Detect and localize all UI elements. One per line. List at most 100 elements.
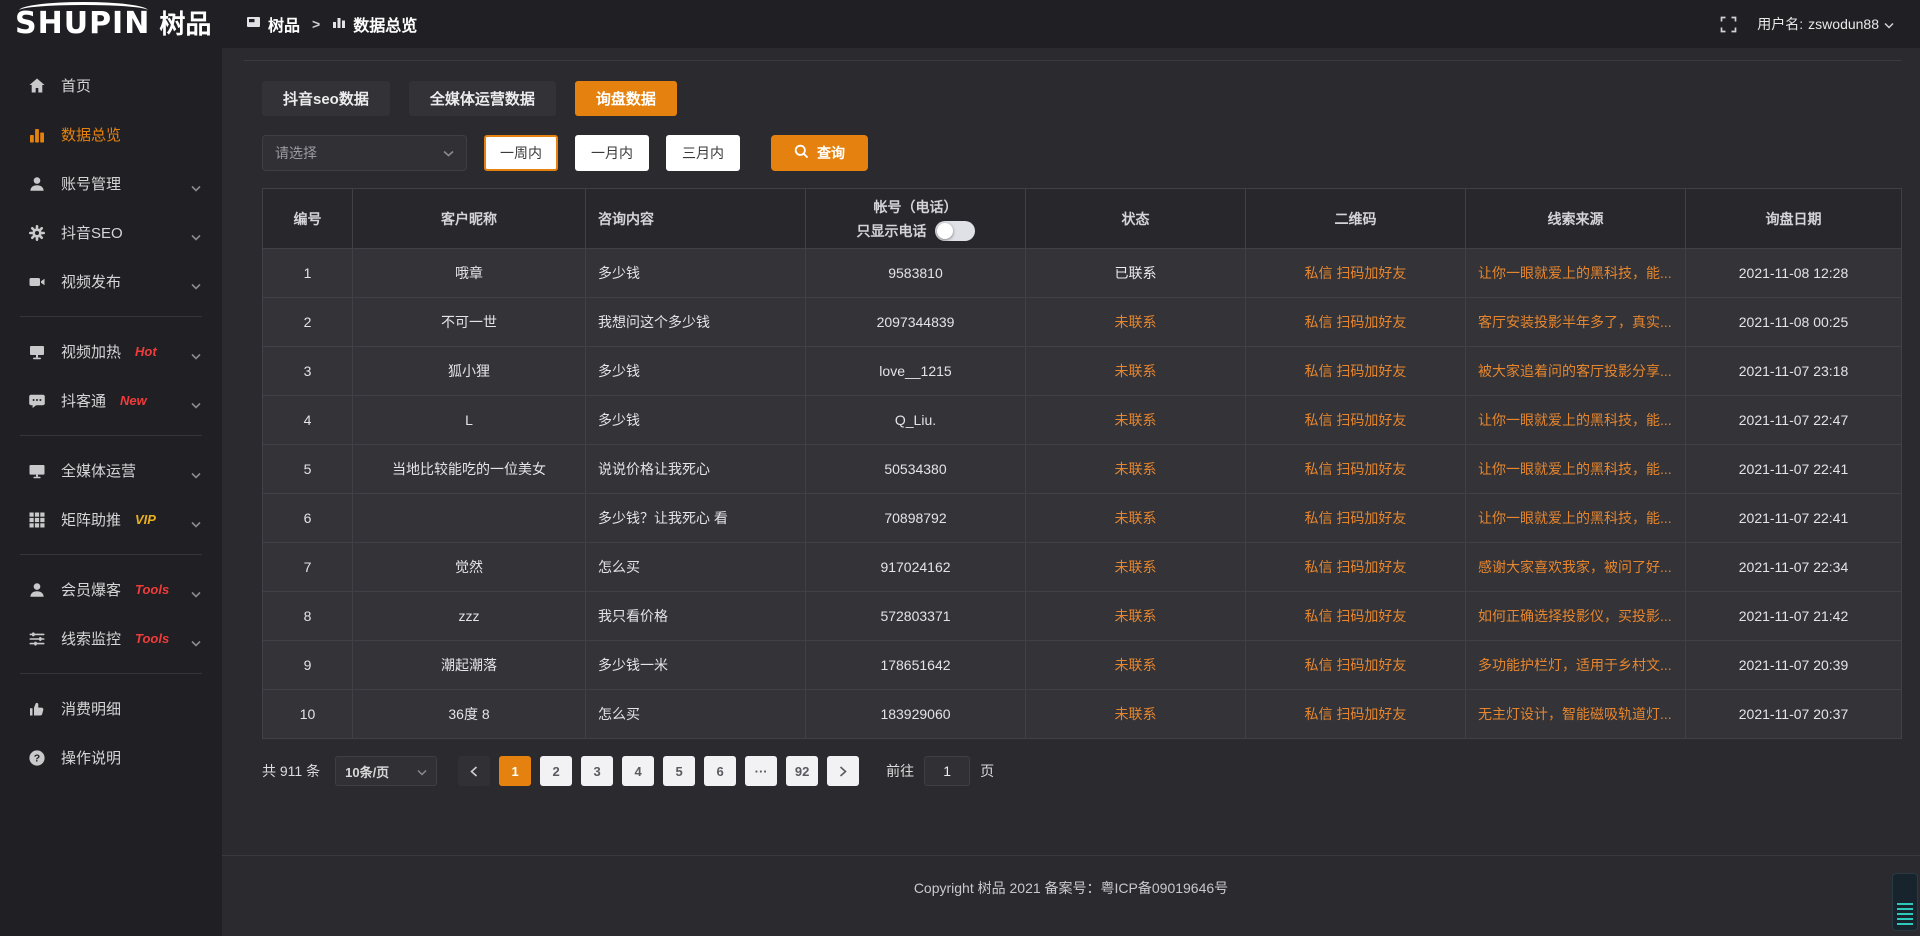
more-pages-button[interactable]: ··· — [745, 756, 777, 786]
member-icon — [27, 581, 47, 599]
fullscreen-icon[interactable] — [1720, 16, 1737, 33]
vip-badge: VIP — [135, 512, 156, 527]
page-button-4[interactable]: 4 — [622, 756, 654, 786]
sidebar-item-member-burst[interactable]: 会员爆客 Tools — [0, 565, 222, 614]
cell-no: 9 — [263, 641, 353, 690]
main-content: 抖音seo数据 全媒体运营数据 询盘数据 请选择 一周内 一月内 三月内 查询 … — [222, 48, 1920, 936]
gear-icon — [27, 224, 47, 242]
lead-source-link[interactable]: 被大家追着问的客厅投影分享... — [1466, 347, 1686, 396]
lead-source-link[interactable]: 让你一眼就爱上的黑科技，能... — [1466, 445, 1686, 494]
prev-page-button[interactable] — [458, 756, 490, 786]
cell-account: 178651642 — [806, 641, 1026, 690]
toggle-knob — [937, 223, 953, 239]
widget-stripes — [1897, 903, 1913, 925]
sidebar-item-lead-monitor[interactable]: 线索监控 Tools — [0, 614, 222, 663]
page-button-6[interactable]: 6 — [704, 756, 736, 786]
query-button[interactable]: 查询 — [771, 135, 868, 171]
corner-widget[interactable] — [1892, 873, 1918, 931]
sidebar-item-media-ops[interactable]: 全媒体运营 — [0, 446, 222, 495]
range-week-button[interactable]: 一周内 — [484, 135, 558, 171]
col-header-account: 帐号（电话） 只显示电话 — [806, 189, 1026, 249]
logo[interactable]: SHUPIN 树品 — [0, 0, 222, 48]
lead-source-link[interactable]: 客厅安装投影半年多了，真实... — [1466, 298, 1686, 347]
qr-add-friend-link[interactable]: 私信 扫码加好友 — [1246, 445, 1466, 494]
cell-account: Q_Liu. — [806, 396, 1026, 445]
col-header-qrcode: 二维码 — [1246, 189, 1466, 249]
cell-account: 2097344839 — [806, 298, 1026, 347]
phone-only-label: 只显示电话 — [857, 221, 927, 241]
lead-source-link[interactable]: 让你一眼就爱上的黑科技，能... — [1466, 396, 1686, 445]
page-button-92[interactable]: 92 — [786, 756, 818, 786]
app-window-icon — [246, 15, 261, 34]
cell-no: 8 — [263, 592, 353, 641]
page-button-3[interactable]: 3 — [581, 756, 613, 786]
qr-add-friend-link[interactable]: 私信 扫码加好友 — [1246, 543, 1466, 592]
sidebar-divider — [20, 316, 202, 317]
account-select[interactable]: 请选择 — [262, 135, 467, 171]
cell-date: 2021-11-07 22:41 — [1686, 494, 1902, 543]
qr-add-friend-link[interactable]: 私信 扫码加好友 — [1246, 396, 1466, 445]
lead-source-link[interactable]: 让你一眼就爱上的黑科技，能... — [1466, 249, 1686, 298]
cell-account: 572803371 — [806, 592, 1026, 641]
sidebar-item-home[interactable]: 首页 — [0, 61, 222, 110]
chevron-down-icon — [191, 277, 201, 295]
cell-date: 2021-11-08 00:25 — [1686, 298, 1902, 347]
top-right-actions: 用户名: zswodun88 — [1720, 14, 1894, 34]
sidebar-item-matrix-boost[interactable]: 矩阵助推 VIP — [0, 495, 222, 544]
sidebar-item-account-manage[interactable]: 账号管理 — [0, 159, 222, 208]
cell-status: 未联系 — [1026, 396, 1246, 445]
qr-add-friend-link[interactable]: 私信 扫码加好友 — [1246, 347, 1466, 396]
qr-add-friend-link[interactable]: 私信 扫码加好友 — [1246, 494, 1466, 543]
lead-source-link[interactable]: 感谢大家喜欢我家，被问了好... — [1466, 543, 1686, 592]
qr-add-friend-link[interactable]: 私信 扫码加好友 — [1246, 298, 1466, 347]
range-month-button[interactable]: 一月内 — [575, 135, 649, 171]
sidebar-item-data-overview[interactable]: 数据总览 — [0, 110, 222, 159]
breadcrumb-root[interactable]: 树品 — [246, 12, 300, 36]
cell-nickname: zzz — [353, 592, 586, 641]
next-page-button[interactable] — [827, 756, 859, 786]
username-value: zswodun88 — [1808, 16, 1879, 32]
lead-source-link[interactable]: 让你一眼就爱上的黑科技，能... — [1466, 494, 1686, 543]
footer: Copyright 树品 2021 备案号：粤ICP备09019646号 — [222, 855, 1920, 936]
page-button-5[interactable]: 5 — [663, 756, 695, 786]
chevron-down-icon — [191, 585, 201, 603]
sidebar-item-video-publish[interactable]: 视频发布 — [0, 257, 222, 306]
comment-icon — [27, 392, 47, 410]
sliders-icon — [27, 630, 47, 648]
tab-douyin-seo-data[interactable]: 抖音seo数据 — [262, 81, 390, 116]
cell-no: 5 — [263, 445, 353, 494]
qr-add-friend-link[interactable]: 私信 扫码加好友 — [1246, 592, 1466, 641]
cell-status: 未联系 — [1026, 298, 1246, 347]
qr-add-friend-link[interactable]: 私信 扫码加好友 — [1246, 249, 1466, 298]
sidebar-item-video-heat[interactable]: 视频加热 Hot — [0, 327, 222, 376]
sidebar-item-douyin-seo[interactable]: 抖音SEO — [0, 208, 222, 257]
user-menu[interactable]: 用户名: zswodun88 — [1757, 14, 1894, 34]
lead-source-link[interactable]: 如何正确选择投影仪，买投影... — [1466, 592, 1686, 641]
page-button-2[interactable]: 2 — [540, 756, 572, 786]
tab-inquiry-data[interactable]: 询盘数据 — [575, 81, 677, 116]
sidebar-item-help[interactable]: ? 操作说明 — [0, 733, 222, 782]
cell-content: 多少钱？让我死心 看 — [586, 494, 806, 543]
tab-media-ops-data[interactable]: 全媒体运营数据 — [409, 81, 556, 116]
phone-only-toggle[interactable] — [935, 221, 975, 241]
sidebar-item-expense-detail[interactable]: 消费明细 — [0, 684, 222, 733]
qr-add-friend-link[interactable]: 私信 扫码加好友 — [1246, 641, 1466, 690]
cell-account: 70898792 — [806, 494, 1026, 543]
header-divider — [244, 60, 1902, 61]
cell-date: 2021-11-08 12:28 — [1686, 249, 1902, 298]
goto-page-input[interactable] — [924, 756, 970, 786]
cell-date: 2021-11-07 22:41 — [1686, 445, 1902, 494]
cell-account: love__1215 — [806, 347, 1026, 396]
lead-source-link[interactable]: 无主灯设计，智能磁吸轨道灯... — [1466, 690, 1686, 739]
page-button-1[interactable]: 1 — [499, 756, 531, 786]
qr-add-friend-link[interactable]: 私信 扫码加好友 — [1246, 690, 1466, 739]
filter-bar: 请选择 一周内 一月内 三月内 查询 — [262, 135, 1902, 171]
home-icon — [27, 77, 47, 95]
cell-nickname: 36度 8 — [353, 690, 586, 739]
sidebar-item-doukedong[interactable]: 抖客通 New — [0, 376, 222, 425]
cell-nickname: 潮起潮落 — [353, 641, 586, 690]
lead-source-link[interactable]: 多功能护栏灯，适用于乡村文... — [1466, 641, 1686, 690]
page-size-select[interactable]: 10条/页 — [335, 756, 437, 786]
cell-status: 未联系 — [1026, 641, 1246, 690]
range-quarter-button[interactable]: 三月内 — [666, 135, 740, 171]
